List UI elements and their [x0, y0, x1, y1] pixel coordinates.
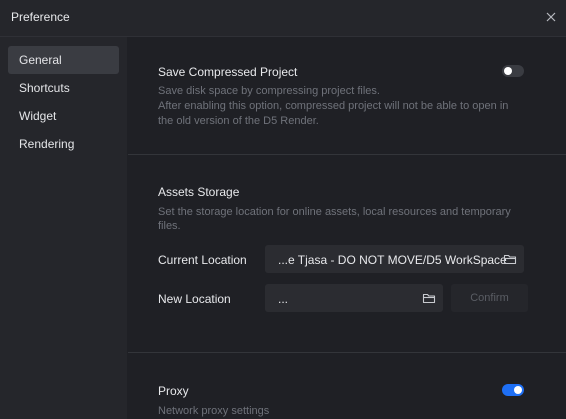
- assets-storage-desc-2: files.: [158, 220, 181, 232]
- assets-storage-desc-1: Set the storage location for online asse…: [158, 206, 511, 218]
- current-location-value: ...e Tjasa - DO NOT MOVE/D5 WorkSpace: [278, 253, 507, 267]
- sidebar-item-general[interactable]: General: [8, 46, 119, 74]
- sidebar: General Shortcuts Widget Rendering: [0, 37, 127, 419]
- compressed-project-desc-2: After enabling this option, compressed p…: [158, 100, 509, 112]
- proxy-title: Proxy: [158, 384, 189, 398]
- confirm-button[interactable]: Confirm: [451, 284, 528, 312]
- close-icon[interactable]: [544, 10, 558, 24]
- toggle-knob: [504, 67, 512, 75]
- sidebar-item-widget[interactable]: Widget: [8, 102, 119, 130]
- new-location-value: ...: [278, 292, 289, 306]
- compressed-project-desc-3: the old version of the D5 Render.: [158, 115, 319, 127]
- proxy-desc: Network proxy settings: [158, 405, 270, 417]
- folder-icon[interactable]: [422, 291, 436, 305]
- new-location-field[interactable]: ...: [265, 284, 443, 312]
- compressed-project-toggle[interactable]: [502, 65, 524, 77]
- toggle-knob: [514, 386, 522, 394]
- title-bar: Preference: [0, 0, 566, 37]
- compressed-project-desc-1: Save disk space by compressing project f…: [158, 85, 380, 97]
- sidebar-item-shortcuts[interactable]: Shortcuts: [8, 74, 119, 102]
- section-divider: [128, 352, 566, 353]
- window-title: Preference: [11, 10, 70, 24]
- compressed-project-title: Save Compressed Project: [158, 65, 298, 79]
- folder-icon[interactable]: [503, 252, 517, 266]
- assets-storage-title: Assets Storage: [158, 185, 240, 199]
- current-location-label: Current Location: [158, 253, 247, 267]
- proxy-toggle[interactable]: [502, 384, 524, 396]
- section-divider: [128, 154, 566, 155]
- current-location-field[interactable]: ...e Tjasa - DO NOT MOVE/D5 WorkSpace: [265, 245, 524, 273]
- new-location-label: New Location: [158, 292, 231, 306]
- sidebar-item-rendering[interactable]: Rendering: [8, 130, 119, 158]
